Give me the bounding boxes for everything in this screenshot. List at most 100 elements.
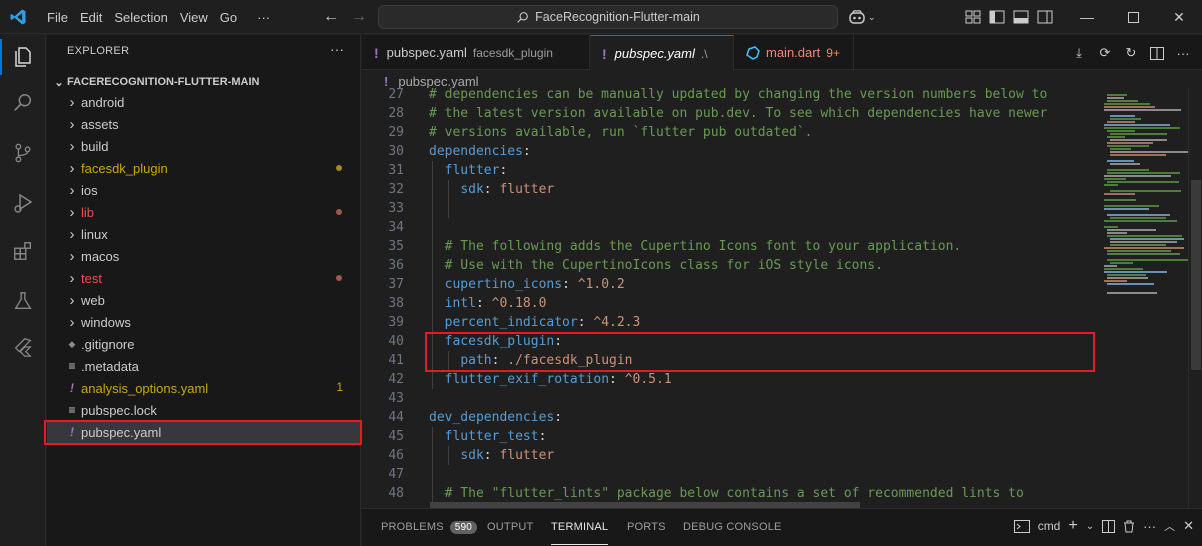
- yaml-file-icon: !: [70, 381, 74, 395]
- new-terminal-icon[interactable]: +: [1068, 517, 1077, 535]
- split-editor-icon[interactable]: [1148, 44, 1166, 62]
- refresh-icon[interactable]: ⟳: [1096, 44, 1114, 62]
- tree-item-test[interactable]: › test: [47, 267, 360, 289]
- minimap-line: [1104, 193, 1135, 195]
- tree-item-assets[interactable]: › assets: [47, 113, 360, 135]
- tree-item-gitignore[interactable]: ◆ .gitignore: [47, 333, 360, 355]
- line-number: 38: [388, 296, 404, 311]
- menu-file[interactable]: File: [41, 10, 74, 25]
- toggle-primary-sidebar-icon[interactable]: [988, 8, 1006, 26]
- terminal-name[interactable]: cmd: [1038, 517, 1061, 535]
- line-number: 32: [388, 182, 404, 197]
- tab-problems[interactable]: PROBLEMS 590: [381, 509, 478, 545]
- tab-pubspec-root[interactable]: ! pubspec.yaml .\: [590, 35, 734, 71]
- minimap-line: [1110, 154, 1166, 156]
- code-line: 31 flutter:: [362, 161, 1092, 180]
- menu-view[interactable]: View: [174, 10, 214, 25]
- tab-ports[interactable]: PORTS: [627, 509, 666, 545]
- copilot-button[interactable]: ⌄: [848, 8, 882, 26]
- tree-item-analysis-options-yaml[interactable]: ! analysis_options.yaml 1: [47, 377, 360, 399]
- code-editor[interactable]: 27 # dependencies can be manually updated…: [362, 88, 1092, 508]
- minimap-line: [1104, 199, 1136, 201]
- tree-item-pubspec-lock[interactable]: ≡ pubspec.lock: [47, 399, 360, 421]
- workspace-root[interactable]: ⌄ FACERECOGNITION-FLUTTER-MAIN: [51, 71, 259, 93]
- tree-item-facesdk-plugin[interactable]: › facesdk_plugin: [47, 157, 360, 179]
- source-control-icon[interactable]: [0, 131, 46, 175]
- tree-item-metadata[interactable]: ≡ .metadata: [47, 355, 360, 377]
- tree-item-label: build: [81, 138, 109, 154]
- line-number: 42: [388, 372, 404, 387]
- customize-layout-icon[interactable]: [964, 8, 982, 26]
- dart-file-icon: [746, 45, 760, 60]
- more-actions-icon[interactable]: ···: [1174, 44, 1192, 62]
- minimap-line: [1104, 205, 1159, 207]
- maximize-icon[interactable]: [1110, 0, 1156, 34]
- tab-main-dart[interactable]: main.dart 9+: [734, 35, 854, 70]
- editor-tabs: ! pubspec.yaml facesdk_plugin ! pubspec.…: [362, 35, 1202, 71]
- minimap-line: [1110, 151, 1188, 153]
- line-number: 47: [388, 467, 404, 482]
- menu-go[interactable]: Go: [214, 10, 243, 25]
- minimap-line: [1110, 262, 1133, 264]
- minimize-icon[interactable]: —: [1064, 0, 1110, 34]
- chevron-right-icon: ›: [69, 93, 75, 111]
- tree-item-lib[interactable]: › lib: [47, 201, 360, 223]
- minimap[interactable]: [1096, 88, 1188, 508]
- vertical-scrollbar[interactable]: [1188, 88, 1202, 508]
- minimap-line: [1110, 115, 1135, 117]
- minimap-line: [1107, 277, 1148, 279]
- chevron-down-icon: ⌄: [54, 76, 64, 89]
- tree-item-windows[interactable]: › windows: [47, 311, 360, 333]
- chevron-down-icon[interactable]: ⌄: [1086, 517, 1094, 535]
- more-actions-icon[interactable]: ···: [1143, 517, 1156, 535]
- tree-item-web[interactable]: › web: [47, 289, 360, 311]
- menu-selection[interactable]: Selection: [108, 10, 173, 25]
- minimap-line: [1104, 124, 1170, 126]
- line-number: 37: [388, 277, 404, 292]
- tree-item-macos[interactable]: › macos: [47, 245, 360, 267]
- line-number: 28: [388, 106, 404, 121]
- minimap-line: [1107, 253, 1180, 255]
- explorer-icon[interactable]: [0, 35, 46, 79]
- download-icon[interactable]: ⤓: [1070, 44, 1088, 62]
- close-panel-icon[interactable]: ✕: [1183, 517, 1194, 535]
- breadcrumb-file[interactable]: pubspec.yaml: [398, 74, 478, 89]
- toggle-panel-icon[interactable]: [1012, 8, 1030, 26]
- tree-item-ios[interactable]: › ios: [47, 179, 360, 201]
- restart-icon[interactable]: ↻: [1122, 44, 1140, 62]
- menu-edit[interactable]: Edit: [74, 10, 108, 25]
- split-terminal-icon[interactable]: [1102, 517, 1116, 535]
- command-center-search[interactable]: FaceRecognition-Flutter-main: [378, 5, 838, 29]
- scrollbar-thumb[interactable]: [1191, 180, 1201, 370]
- code-line: 30 dependencies:: [362, 142, 1092, 161]
- tree-item-android[interactable]: › android: [47, 91, 360, 113]
- extensions-icon[interactable]: [0, 229, 46, 273]
- maximize-panel-icon[interactable]: ︿: [1164, 517, 1175, 535]
- tree-item-label: windows: [81, 314, 131, 330]
- chevron-right-icon: ›: [69, 291, 75, 309]
- tree-item-label: ios: [81, 182, 98, 198]
- explorer-more-actions[interactable]: ···: [330, 41, 344, 57]
- chevron-right-icon: ›: [69, 181, 75, 199]
- toggle-secondary-sidebar-icon[interactable]: [1036, 8, 1054, 26]
- tab-terminal[interactable]: TERMINAL: [551, 509, 609, 545]
- flutter-icon[interactable]: [0, 325, 46, 369]
- line-number: 36: [388, 258, 404, 273]
- forward-arrow-icon[interactable]: →: [348, 6, 370, 28]
- explorer-sidebar: EXPLORER ··· ⌄ FACERECOGNITION-FLUTTER-M…: [47, 35, 361, 546]
- tab-pubspec-facesdk[interactable]: ! pubspec.yaml facesdk_plugin: [362, 35, 590, 70]
- run-debug-icon[interactable]: [0, 181, 46, 225]
- git-file-icon: ◆: [68, 338, 76, 349]
- code-line: 36 # Use with the CupertinoIcons class f…: [362, 256, 1092, 275]
- testing-icon[interactable]: [0, 279, 46, 323]
- tab-output[interactable]: OUTPUT: [487, 509, 533, 545]
- tab-debug-console[interactable]: DEBUG CONSOLE: [683, 509, 782, 545]
- line-number: 41: [388, 353, 404, 368]
- trash-icon[interactable]: [1123, 517, 1135, 535]
- menu-more[interactable]: ···: [251, 10, 276, 25]
- tree-item-linux[interactable]: › linux: [47, 223, 360, 245]
- close-icon[interactable]: ✕: [1156, 0, 1202, 34]
- search-icon[interactable]: [0, 81, 46, 125]
- tree-item-build[interactable]: › build: [47, 135, 360, 157]
- back-arrow-icon[interactable]: ←: [320, 6, 342, 28]
